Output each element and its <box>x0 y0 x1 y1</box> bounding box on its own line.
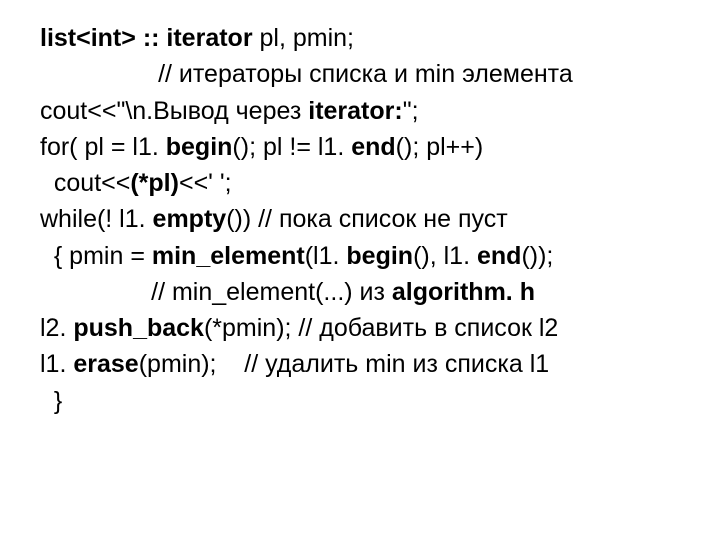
code-text: <<' '; <box>179 169 232 197</box>
code-bold: empty <box>153 205 227 233</box>
code-bold: erase <box>73 350 138 378</box>
code-bold: push_back <box>73 314 204 342</box>
code-text: (); pl++) <box>396 133 484 161</box>
code-text: pl, pmin; <box>253 24 354 52</box>
code-bold: end <box>351 133 395 161</box>
code-line: cout<<(*pl)<<' '; <box>40 165 690 201</box>
code-line: { pmin = min_element(l1. begin(), l1. en… <box>40 238 690 274</box>
code-text: "; <box>403 97 419 125</box>
code-text: (pmin); // удалить min из списка l1 <box>139 350 549 378</box>
code-text: { pmin = <box>40 242 152 270</box>
code-text: // итераторы списка и min элемента <box>40 60 573 88</box>
code-bold: begin <box>166 133 233 161</box>
code-text: (), l1. <box>413 242 477 270</box>
code-text: // min_element(...) из <box>40 278 392 306</box>
code-line: list<int> :: iterator pl, pmin; <box>40 20 690 56</box>
code-text: cout<<"\n.Вывод через <box>40 97 308 125</box>
code-text: (); pl != l1. <box>232 133 351 161</box>
code-line: // итераторы списка и min элемента <box>40 56 690 92</box>
code-line: l2. push_back(*pmin); // добавить в спис… <box>40 310 690 346</box>
code-line: l1. erase(pmin); // удалить min из списк… <box>40 346 690 382</box>
code-bold: end <box>477 242 521 270</box>
code-bold: list<int> <box>40 24 143 52</box>
code-text: } <box>40 387 62 415</box>
code-bold: iterator: <box>308 97 402 125</box>
code-line: } <box>40 383 690 419</box>
code-text: ()); <box>521 242 553 270</box>
code-bold: min_element <box>152 242 305 270</box>
code-bold: :: iterator <box>143 24 253 52</box>
code-line: while(! l1. empty()) // пока список не п… <box>40 201 690 237</box>
code-text: (*pmin); // добавить в список l2 <box>204 314 558 342</box>
code-line: for( pl = l1. begin(); pl != l1. end(); … <box>40 129 690 165</box>
code-text: for( pl = l1. <box>40 133 166 161</box>
code-text: l1. <box>40 350 73 378</box>
code-text: ()) // пока список не пуст <box>226 205 507 233</box>
code-text: while(! l1. <box>40 205 153 233</box>
code-line: // min_element(...) из algorithm. h <box>40 274 690 310</box>
code-text: l2. <box>40 314 73 342</box>
code-line: cout<<"\n.Вывод через iterator:"; <box>40 93 690 129</box>
code-bold: begin <box>346 242 413 270</box>
code-text: (l1. <box>305 242 347 270</box>
code-text: cout<< <box>40 169 130 197</box>
code-bold: (*pl) <box>130 169 179 197</box>
code-bold: algorithm. h <box>392 278 535 306</box>
code-block: list<int> :: iterator pl, pmin; // итера… <box>0 0 720 419</box>
